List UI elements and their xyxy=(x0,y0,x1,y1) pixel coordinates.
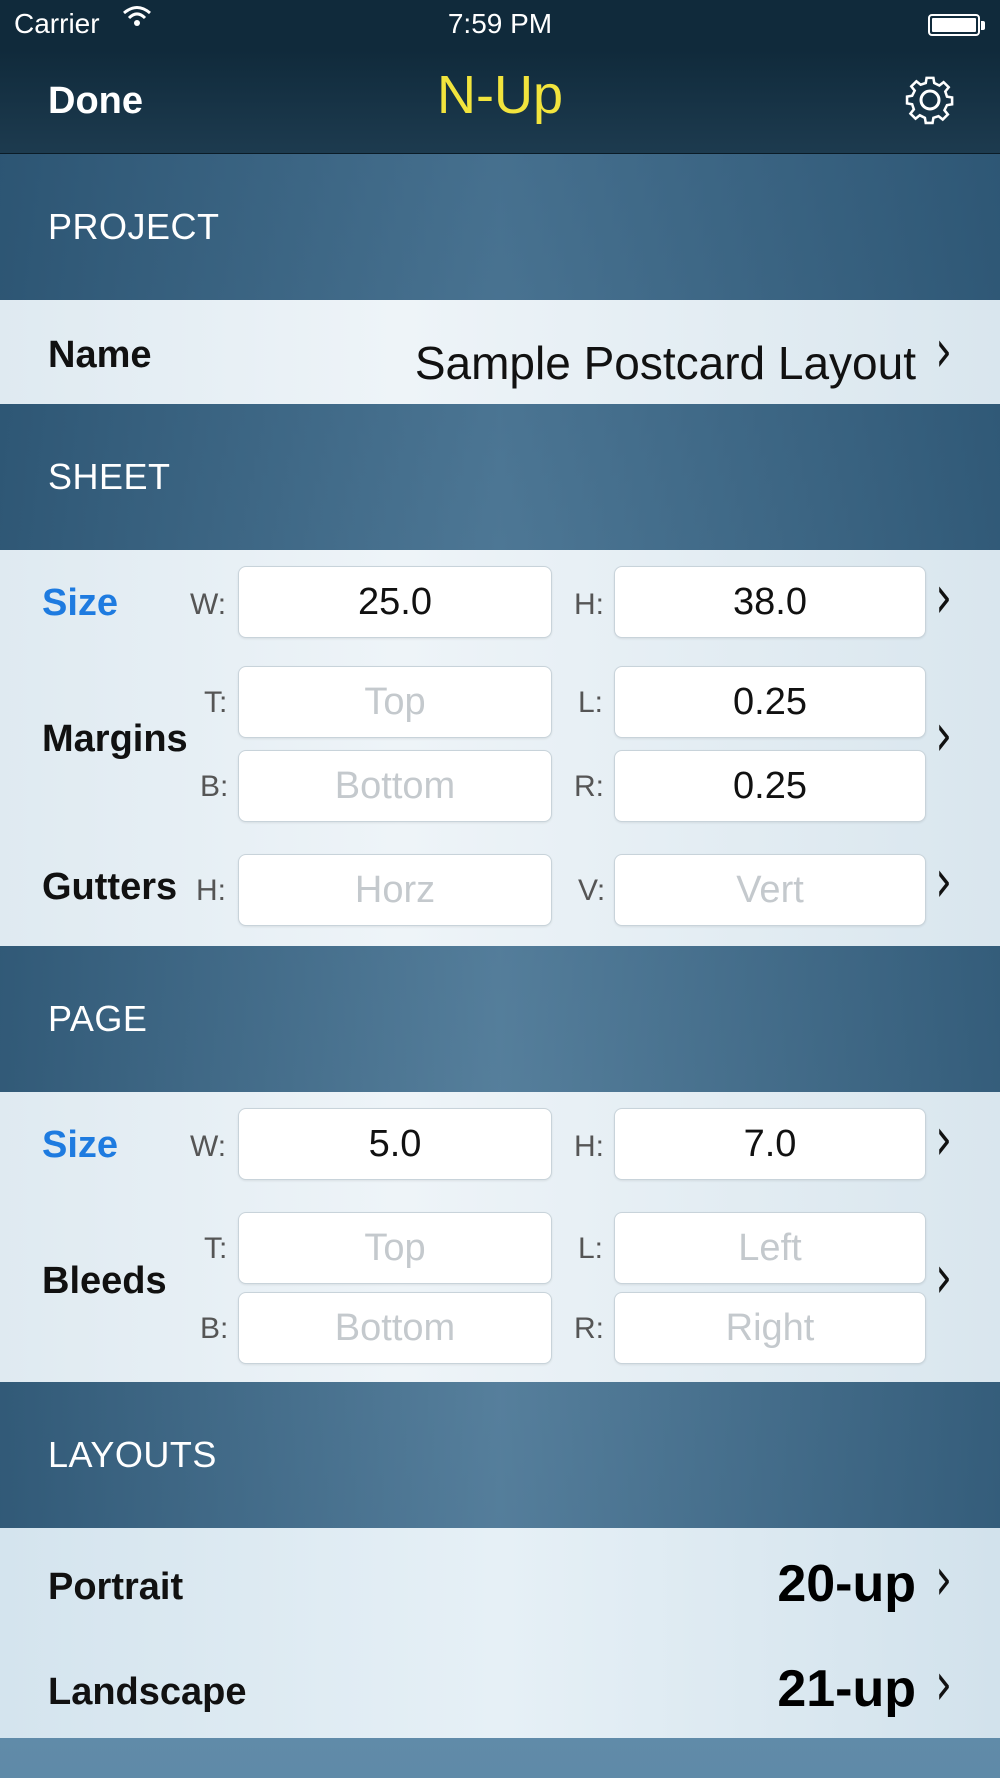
bleed-top-label: T: xyxy=(204,1232,228,1265)
bleed-bottom-field[interactable]: Bottom xyxy=(238,1292,552,1364)
margin-bottom-field[interactable]: Bottom xyxy=(238,750,552,822)
section-title-project: PROJECT xyxy=(48,206,220,247)
bleed-left-field[interactable]: Left xyxy=(614,1212,926,1284)
section-header-project: PROJECT xyxy=(0,154,1000,300)
navigation-bar: Done N-Up xyxy=(0,50,1000,154)
landscape-value: 21-up xyxy=(777,1660,916,1718)
chevron-right-icon[interactable]: › xyxy=(935,1104,952,1173)
margin-right-label: R: xyxy=(574,770,604,803)
chevron-right-icon[interactable]: › xyxy=(935,316,952,385)
bleed-bottom-label: B: xyxy=(200,1312,229,1345)
bleed-left-label: L: xyxy=(578,1232,604,1265)
page-settings: Size W: 5.0 H: 7.0 › Bleeds T: Top L: Le… xyxy=(0,1092,1000,1382)
chevron-right-icon[interactable]: › xyxy=(935,700,952,769)
chevron-right-icon[interactable]: › xyxy=(935,1242,952,1311)
chevron-right-icon[interactable]: › xyxy=(935,1544,952,1613)
landscape-layout-row[interactable]: Landscape 21-up › xyxy=(0,1633,1000,1738)
margin-top-label: T: xyxy=(204,686,228,719)
layouts-list: Portrait 20-up › Landscape 21-up › xyxy=(0,1528,1000,1738)
chevron-right-icon[interactable]: › xyxy=(935,1649,952,1718)
section-header-layouts: LAYOUTS xyxy=(0,1382,1000,1528)
margins-label: Margins xyxy=(42,718,188,760)
bleeds-label: Bleeds xyxy=(42,1260,167,1302)
margin-left-field[interactable]: 0.25 xyxy=(614,666,926,738)
gutters-label: Gutters xyxy=(42,866,178,908)
project-name-row[interactable]: Name Sample Postcard Layout › xyxy=(0,300,1000,404)
name-label: Name xyxy=(48,334,152,376)
gutter-vert-field[interactable]: Vert xyxy=(614,854,926,926)
sheet-height-label: H: xyxy=(574,588,604,621)
bleed-right-label: R: xyxy=(574,1312,604,1345)
status-bar: Carrier 7:59 PM xyxy=(0,0,1000,50)
portrait-layout-row[interactable]: Portrait 20-up › xyxy=(0,1528,1000,1633)
gutter-horz-field[interactable]: Horz xyxy=(238,854,552,926)
section-header-page: PAGE xyxy=(0,946,1000,1092)
page-width-label: W: xyxy=(190,1130,227,1163)
page-height-label: H: xyxy=(574,1130,604,1163)
section-title-page: PAGE xyxy=(48,998,148,1039)
sheet-settings: Size W: 25.0 H: 38.0 › Margins T: Top L:… xyxy=(0,550,1000,946)
page-height-field[interactable]: 7.0 xyxy=(614,1108,926,1180)
clock: 7:59 PM xyxy=(447,8,553,39)
page-title: N-Up xyxy=(436,65,563,125)
gutter-horz-label: H: xyxy=(196,874,226,907)
sheet-height-field[interactable]: 38.0 xyxy=(614,566,926,638)
gutter-vert-label: V: xyxy=(578,874,606,907)
margin-bottom-label: B: xyxy=(200,770,229,803)
section-title-layouts: LAYOUTS xyxy=(48,1434,217,1475)
bleed-top-field[interactable]: Top xyxy=(238,1212,552,1284)
sheet-width-label: W: xyxy=(190,588,227,621)
project-name-value: Sample Postcard Layout xyxy=(414,337,916,389)
portrait-value: 20-up xyxy=(777,1555,916,1613)
margin-top-field[interactable]: Top xyxy=(238,666,552,738)
section-header-sheet: SHEET xyxy=(0,404,1000,550)
portrait-label: Portrait xyxy=(48,1566,184,1608)
margin-left-label: L: xyxy=(578,686,604,719)
sheet-width-field[interactable]: 25.0 xyxy=(238,566,552,638)
bleed-right-field[interactable]: Right xyxy=(614,1292,926,1364)
chevron-right-icon[interactable]: › xyxy=(935,846,952,915)
page-width-field[interactable]: 5.0 xyxy=(238,1108,552,1180)
margin-right-field[interactable]: 0.25 xyxy=(614,750,926,822)
gear-icon[interactable] xyxy=(900,70,960,130)
sheet-size-label[interactable]: Size xyxy=(42,582,118,625)
section-title-sheet: SHEET xyxy=(48,456,171,497)
landscape-label: Landscape xyxy=(48,1671,247,1713)
battery-icon xyxy=(928,14,985,36)
chevron-right-icon[interactable]: › xyxy=(935,562,952,631)
page-size-label[interactable]: Size xyxy=(42,1124,118,1167)
